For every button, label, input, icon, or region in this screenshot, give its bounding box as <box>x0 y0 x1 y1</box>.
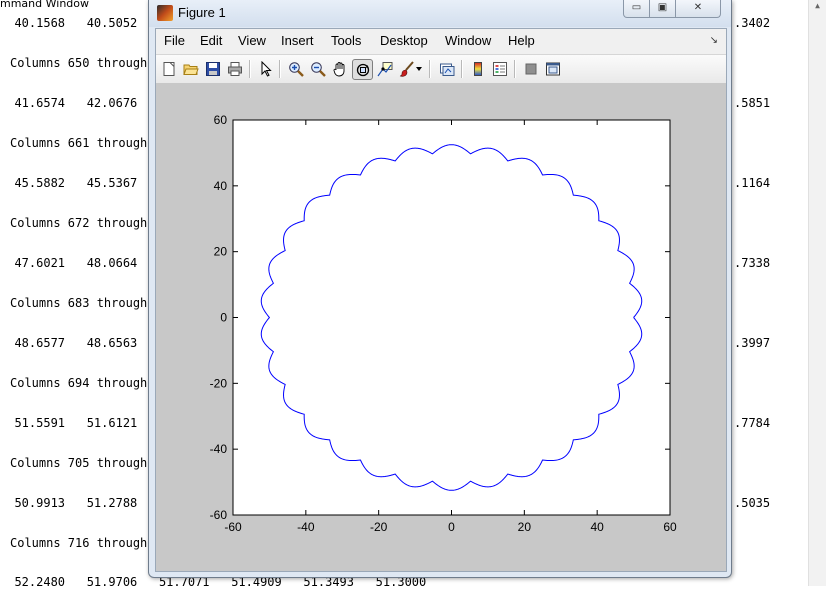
command-output-value: .7338 <box>734 256 771 270</box>
command-output-header: Columns 683 through <box>10 296 148 310</box>
x-tick-label: -60 <box>224 520 242 534</box>
x-tick-label: 0 <box>448 520 455 534</box>
edit-plot-arrow-icon[interactable] <box>256 59 276 79</box>
command-output-row: 50.9913 51.2788 <box>0 496 138 510</box>
command-output-row: 48.6577 48.6563 <box>0 336 138 350</box>
matlab-logo-icon <box>157 5 173 21</box>
command-output-header: Columns 716 through <box>10 536 148 550</box>
figure-client-area: File Edit View Insert Tools Desktop Wind… <box>155 28 727 572</box>
show-plot-tools-icon[interactable] <box>543 59 563 79</box>
x-tick-label: -20 <box>370 520 388 534</box>
maximize-button[interactable]: ▣ <box>649 0 676 18</box>
command-output-header: Columns 672 through <box>10 216 148 230</box>
command-output-value: .5851 <box>734 96 771 110</box>
toolbar-separator <box>429 60 431 78</box>
axes-background <box>233 120 670 515</box>
x-tick-label: 40 <box>590 520 604 534</box>
command-output-row: 41.6574 42.0676 <box>0 96 138 110</box>
command-window-scrollbar[interactable]: ▲ <box>808 0 826 586</box>
toolbar-separator <box>461 60 463 78</box>
menu-help[interactable]: Help <box>508 33 535 48</box>
command-output-row: 40.1568 40.5052 <box>0 16 138 30</box>
command-window-title: mmand Window <box>0 0 89 10</box>
x-tick-label: 20 <box>518 520 532 534</box>
menu-file[interactable]: File <box>164 33 185 48</box>
command-output-value: .7784 <box>734 416 771 430</box>
x-tick-label: 60 <box>663 520 677 534</box>
command-output-header: Columns 694 through <box>10 376 148 390</box>
figure-title: Figure 1 <box>178 5 226 20</box>
menu-desktop[interactable]: Desktop <box>380 33 428 48</box>
scroll-up-arrow-icon[interactable]: ▲ <box>811 0 824 11</box>
y-tick-label: 0 <box>220 311 227 325</box>
figure-menubar: File Edit View Insert Tools Desktop Wind… <box>156 29 726 53</box>
y-tick-label: -60 <box>210 508 228 522</box>
hide-plot-tools-icon[interactable] <box>521 59 541 79</box>
new-figure-icon[interactable] <box>159 59 179 79</box>
minimize-button[interactable]: ▭ <box>623 0 650 18</box>
save-figure-icon[interactable] <box>203 59 223 79</box>
zoom-in-icon[interactable] <box>286 59 306 79</box>
command-output-row: 51.5591 51.6121 <box>0 416 138 430</box>
figure-canvas[interactable]: -60 -40 -20 0 20 40 60 -60 -40 -20 0 20 40 60 <box>156 83 726 571</box>
command-output-row: 45.5882 45.5367 <box>0 176 138 190</box>
insert-legend-icon[interactable] <box>490 59 510 79</box>
plot-area[interactable]: -60 -40 -20 0 20 40 60 -60 -40 -20 0 20 40 60 <box>156 83 726 571</box>
command-output-value: .3402 <box>734 16 771 30</box>
link-plot-icon[interactable] <box>437 59 457 79</box>
toolbar-separator <box>514 60 516 78</box>
dock-arrow-icon[interactable]: ↘ <box>710 35 718 46</box>
insert-colorbar-icon[interactable] <box>468 59 488 79</box>
y-tick-label: 40 <box>214 179 228 193</box>
menu-window[interactable]: Window <box>445 33 491 48</box>
open-file-icon[interactable] <box>181 59 201 79</box>
close-button[interactable]: ✕ <box>675 0 721 18</box>
figure-window: Figure 1 ▭ ▣ ✕ File Edit View Insert Too… <box>148 0 732 578</box>
y-tick-label: 20 <box>214 245 228 259</box>
command-output-value: .1164 <box>734 176 771 190</box>
menu-edit[interactable]: Edit <box>200 33 222 48</box>
command-output-value: .3997 <box>734 336 771 350</box>
y-tick-label: -40 <box>210 442 228 456</box>
command-output-header: Columns 650 through <box>10 56 148 70</box>
menu-view[interactable]: View <box>238 33 266 48</box>
x-tick-label: -40 <box>297 520 315 534</box>
figure-titlebar[interactable]: Figure 1 ▭ ▣ ✕ <box>149 0 731 27</box>
command-output-header: Columns 705 through <box>10 456 148 470</box>
toolbar-separator <box>279 60 281 78</box>
data-cursor-icon[interactable] <box>375 59 395 79</box>
menu-tools[interactable]: Tools <box>331 33 361 48</box>
y-tick-label: 60 <box>214 113 228 127</box>
pan-hand-icon[interactable] <box>330 59 350 79</box>
command-output-header: Columns 661 through <box>10 136 148 150</box>
toolbar-separator <box>249 60 251 78</box>
rotate-3d-icon[interactable] <box>352 59 373 80</box>
command-output-value: .5035 <box>734 496 771 510</box>
brush-dropdown-arrow-icon[interactable] <box>414 59 424 79</box>
command-output-row: 47.6021 48.0664 <box>0 256 138 270</box>
figure-toolbar <box>156 54 726 84</box>
menu-insert[interactable]: Insert <box>281 33 314 48</box>
y-tick-label: -20 <box>210 376 228 390</box>
print-figure-icon[interactable] <box>225 59 245 79</box>
zoom-out-icon[interactable] <box>308 59 328 79</box>
